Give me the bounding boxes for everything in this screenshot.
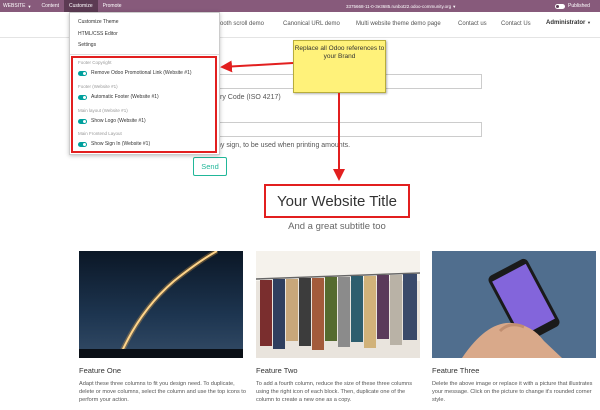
content-menu[interactable]: Content [36,0,64,12]
website-menu-label: WEBSITE [3,3,26,9]
option-remove-promo-link[interactable]: Remove Odoo Promotional Link (Website #1… [78,70,192,76]
toggle-switch-icon [555,3,565,9]
user-name: Administrator [546,20,586,26]
nav-item-multi-theme[interactable]: Multi website theme demo page [356,21,441,27]
menu-item-settings[interactable]: Settings [78,42,96,48]
customize-dropdown: Customize Theme HTML/CSS Editor Settings… [69,12,220,155]
feature-two-text: To add a fourth column, reduce the size … [256,381,413,403]
feature-two-title: Feature Two [256,366,298,375]
group-title-footer-copyright: Footer Copyright [78,60,112,65]
menu-item-customize-theme[interactable]: Customize Theme [78,19,118,25]
published-label: Published [568,3,590,9]
toggle-on-icon [78,118,87,124]
toggle-on-icon [78,94,87,100]
send-button[interactable]: Send [193,157,227,176]
feature-one-text: Adapt these three columns to fit you des… [79,381,246,403]
option-show-sign-in[interactable]: Show Sign In (Website #1) [78,141,150,147]
customize-menu[interactable]: Customize [64,0,98,12]
toggle-on-icon [78,70,87,76]
arrow-to-options [220,60,294,73]
group-title-footer: Footer (Website #1) [78,84,118,89]
nav-item-contact-us[interactable]: Contact us [458,21,487,27]
option-label: Remove Odoo Promotional Link (Website #1… [91,70,192,76]
website-url: 3375668-11-0-3e3685.runbot22.odoo-commun… [346,3,452,9]
phone-in-hand-image [432,251,596,358]
nav-item-contact-us-2[interactable]: Contact Us [501,21,531,27]
caret-down-icon: ▼ [587,20,591,25]
currency-code-label: ry Code (ISO 4217) [220,94,281,101]
option-label: Show Sign In (Website #1) [91,141,151,147]
option-show-logo[interactable]: Show Logo (Website #1) [78,118,146,124]
website-subtitle[interactable]: And a great subtitle too [200,221,474,232]
feature-one-title: Feature One [79,366,122,375]
feature-two-image[interactable] [256,251,420,358]
feature-one-image[interactable] [79,251,243,358]
nav-item-canonical-url[interactable]: Canonical URL demo [283,21,340,27]
option-label: Automatic Footer (Website #1) [91,94,159,100]
menu-item-html-css-editor[interactable]: HTML/CSS Editor [78,31,118,37]
website-url-selector[interactable]: 3375668-11-0-3e3685.runbot22.odoo-commun… [346,0,456,12]
caret-down-icon: ▼ [27,3,32,9]
rocket-launch-image [79,251,243,358]
feature-three-image[interactable] [432,251,596,358]
option-automatic-footer[interactable]: Automatic Footer (Website #1) [78,94,159,100]
signature-help-text: ny sign, to be used when printing amount… [217,142,351,149]
user-menu[interactable]: Administrator ▼ [546,20,591,26]
annotation-callout: Replace all Odoo references to your Bran… [293,40,386,93]
promote-menu[interactable]: Promote [98,0,127,12]
group-title-frontend-layout: Main Frontend Layout [78,131,122,136]
feature-three-title: Feature Three [432,366,480,375]
editor-top-bar: WEBSITE ▼ Content Customize Promote 3375… [0,0,600,12]
website-title[interactable]: Your Website Title [264,184,410,218]
published-toggle[interactable]: Published [555,0,590,12]
nav-item-smooth-scroll[interactable]: mooth scroll demo [215,21,264,27]
feature-three-text: Delete the above image or replace it wit… [432,381,593,403]
option-label: Show Logo (Website #1) [91,118,146,124]
menu-divider [70,54,219,55]
website-menu[interactable]: WEBSITE ▼ [0,0,36,12]
toggle-on-icon [78,141,87,147]
clothing-rack-image [256,251,420,358]
caret-down-icon: ▼ [451,3,457,9]
group-title-main-layout: Main layout (Website #1) [78,108,128,113]
signature-input[interactable] [216,122,482,137]
